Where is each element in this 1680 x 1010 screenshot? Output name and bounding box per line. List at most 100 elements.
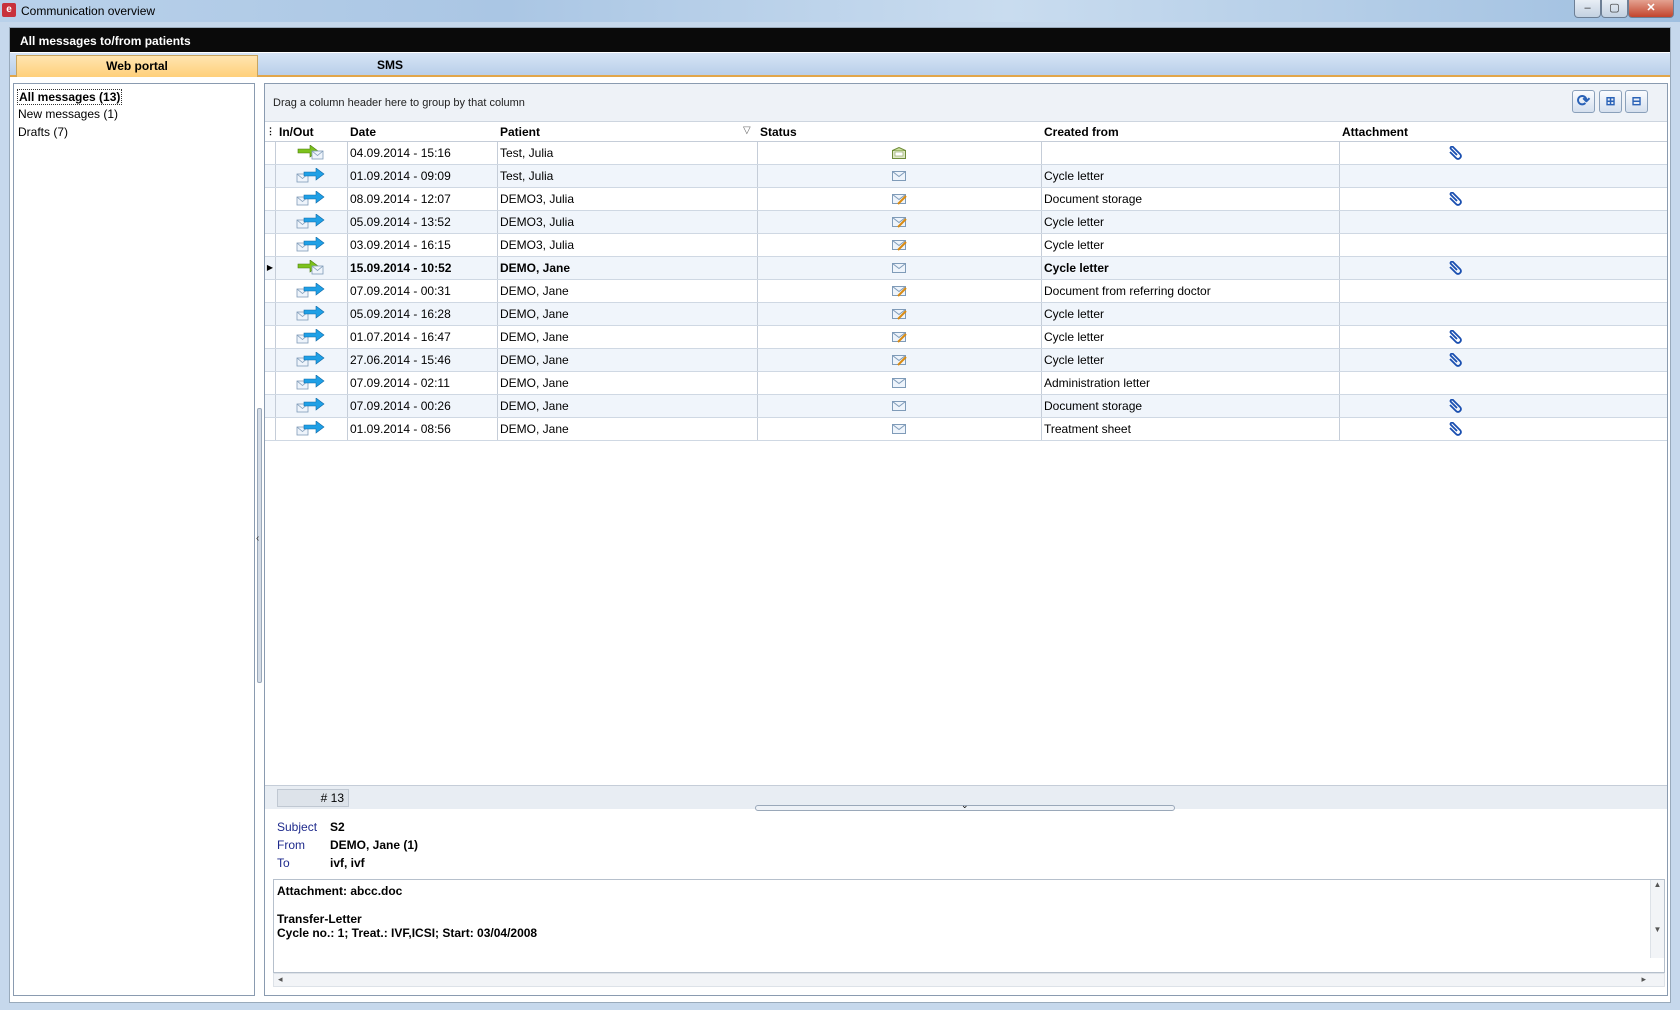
row-selector[interactable] (265, 280, 276, 302)
row-selector[interactable] (265, 418, 276, 440)
column-divider (497, 418, 498, 440)
row-selector[interactable]: ▶ (265, 257, 276, 279)
maximize-button[interactable]: ▢ (1601, 0, 1628, 18)
row-selector[interactable] (265, 142, 276, 164)
tab-strip: Web portal SMS (10, 53, 1670, 77)
paperclip-icon[interactable] (1448, 422, 1462, 437)
column-divider (1041, 395, 1042, 417)
outgoing-message-icon (296, 214, 325, 229)
cell-patient: DEMO3, Julia (500, 192, 575, 206)
refresh-icon: ⟳ (1576, 93, 1591, 110)
column-date[interactable]: Date (350, 125, 376, 139)
table-row[interactable]: ▶ 15.09.2014 - 10:52 DEMO, Jane Cycle lette… (265, 257, 1667, 280)
column-in-out[interactable]: In/Out (279, 125, 314, 139)
column-patient[interactable]: Patient (500, 125, 540, 139)
expand-all-button[interactable]: ⊞ (1599, 90, 1622, 113)
column-divider (497, 211, 498, 233)
column-divider (1339, 280, 1340, 302)
tab-web-portal[interactable]: Web portal (16, 55, 258, 77)
group-by-area[interactable]: Drag a column header here to group by th… (265, 84, 1667, 122)
paperclip-icon[interactable] (1448, 399, 1462, 414)
paperclip-icon[interactable] (1448, 353, 1462, 368)
filter-icon[interactable]: ▽ (743, 125, 751, 136)
table-row[interactable]: 27.06.2014 - 15:46 DEMO, Jane Cycle letter (265, 349, 1667, 372)
refresh-button[interactable]: ⟳ (1572, 90, 1595, 113)
folder-panel: All messages (13) New messages (1) Draft… (13, 83, 255, 996)
collapse-left-icon[interactable]: ‹ (256, 533, 259, 544)
status-opened-icon (892, 147, 906, 159)
row-selector[interactable] (265, 303, 276, 325)
cell-date: 01.09.2014 - 09:09 (350, 169, 451, 183)
folder-drafts[interactable]: Drafts (7) (17, 125, 69, 139)
column-divider (1041, 165, 1042, 187)
table-row[interactable]: 05.09.2014 - 16:28 DEMO, Jane Cycle letter (265, 303, 1667, 326)
row-selector[interactable] (265, 234, 276, 256)
subject-label: Subject (277, 820, 318, 834)
column-created-from[interactable]: Created from (1044, 125, 1119, 139)
column-divider (1041, 142, 1042, 164)
column-divider (347, 326, 348, 348)
outgoing-message-icon (296, 352, 325, 367)
collapse-all-button[interactable]: ⊟ (1625, 90, 1648, 113)
horizontal-scrollbar[interactable]: ◂ ▸ (273, 973, 1665, 987)
row-selector[interactable] (265, 165, 276, 187)
outgoing-message-icon (296, 283, 325, 298)
table-row[interactable]: 05.09.2014 - 13:52 DEMO3, Julia Cycle lett… (265, 211, 1667, 234)
collapse-all-icon: ⊟ (1631, 94, 1642, 108)
panel-splitter[interactable]: ‹ (256, 83, 264, 996)
table-row[interactable]: 01.09.2014 - 08:56 DEMO, Jane Treatment sh… (265, 418, 1667, 441)
cell-created-from: Cycle letter (1044, 330, 1105, 344)
splitter-grip[interactable] (257, 408, 262, 683)
row-selector[interactable] (265, 349, 276, 371)
outgoing-message-icon (296, 375, 325, 390)
vertical-scrollbar[interactable]: ▲ ▼ (1650, 880, 1664, 958)
table-row[interactable]: 07.09.2014 - 00:26 DEMO, Jane Document sto… (265, 395, 1667, 418)
row-selector[interactable] (265, 188, 276, 210)
column-chooser-icon[interactable]: ⋮ (266, 126, 275, 137)
status-draft-icon (892, 309, 907, 320)
column-attachment[interactable]: Attachment (1342, 125, 1408, 139)
table-row[interactable]: 07.09.2014 - 00:31 DEMO, Jane Document fro… (265, 280, 1667, 303)
message-body[interactable]: Attachment: abcc.doc Transfer-Letter Cyc… (273, 879, 1665, 973)
cell-created-from: Cycle letter (1044, 169, 1105, 183)
folder-all-messages[interactable]: All messages (13) (17, 89, 123, 105)
cell-date: 04.09.2014 - 15:16 (350, 146, 451, 160)
minimize-button[interactable]: – (1574, 0, 1601, 18)
column-divider (497, 349, 498, 371)
paperclip-icon[interactable] (1448, 192, 1462, 207)
cell-created-from: Cycle letter (1044, 238, 1105, 252)
tab-sms[interactable]: SMS (260, 55, 520, 77)
paperclip-icon[interactable] (1448, 330, 1462, 345)
row-selector[interactable] (265, 326, 276, 348)
body-line: Transfer-Letter (277, 912, 362, 926)
close-button[interactable]: ✕ (1628, 0, 1674, 18)
table-row[interactable]: 01.07.2014 - 16:47 DEMO, Jane Cycle letter (265, 326, 1667, 349)
column-divider (497, 234, 498, 256)
cell-date: 15.09.2014 - 10:52 (350, 261, 452, 275)
folder-new-messages[interactable]: New messages (1) (17, 107, 119, 121)
chevron-down-icon[interactable]: ⌄ (961, 800, 969, 811)
subject-value: S2 (330, 820, 345, 834)
row-selector[interactable] (265, 372, 276, 394)
column-divider (1041, 372, 1042, 394)
column-divider (757, 234, 758, 256)
column-status[interactable]: Status (760, 125, 797, 139)
column-divider (1339, 303, 1340, 325)
window-frame: All messages to/from patients Web portal… (0, 22, 1680, 1010)
column-divider (1339, 395, 1340, 417)
table-row[interactable]: 07.09.2014 - 02:11 DEMO, Jane Administrati… (265, 372, 1667, 395)
row-selector[interactable] (265, 211, 276, 233)
row-selector[interactable] (265, 395, 276, 417)
table-row[interactable]: 03.09.2014 - 16:15 DEMO3, Julia Cycle lett… (265, 234, 1667, 257)
column-divider (757, 142, 758, 164)
paperclip-icon[interactable] (1448, 261, 1462, 276)
cell-date: 07.09.2014 - 00:26 (350, 399, 451, 413)
column-divider (497, 303, 498, 325)
table-row[interactable]: 01.09.2014 - 09:09 Test, Julia Cycle lette… (265, 165, 1667, 188)
cell-date: 08.09.2014 - 12:07 (350, 192, 451, 206)
table-row[interactable]: 04.09.2014 - 15:16 Test, Julia (265, 142, 1667, 165)
paperclip-icon[interactable] (1448, 146, 1462, 161)
outgoing-message-icon (296, 191, 325, 206)
cell-created-from: Cycle letter (1044, 215, 1105, 229)
table-row[interactable]: 08.09.2014 - 12:07 DEMO3, Julia Document s… (265, 188, 1667, 211)
